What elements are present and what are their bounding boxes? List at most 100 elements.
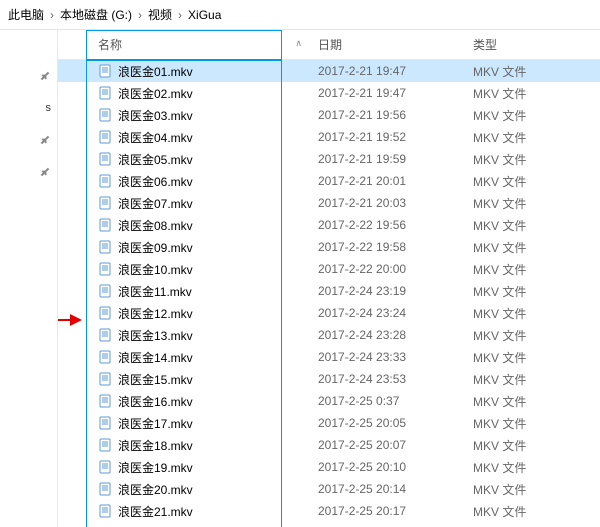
file-name: 浪医金15.mkv (118, 371, 193, 388)
file-date: 2017-2-25 20:10 (318, 460, 473, 474)
file-name: 浪医金21.mkv (118, 503, 193, 520)
main-area: s 名称 ∧ 日期 类型 浪医金01.mkv2017-2-21 19:47MKV… (0, 30, 600, 527)
content-pane: 名称 ∧ 日期 类型 浪医金01.mkv2017-2-21 19:47MKV 文… (58, 30, 600, 527)
file-type: MKV 文件 (473, 85, 600, 102)
file-icon (98, 218, 112, 232)
column-headers[interactable]: 名称 ∧ 日期 类型 (58, 30, 600, 60)
breadcrumb-sep: › (50, 8, 54, 22)
file-name: 浪医金18.mkv (118, 437, 193, 454)
file-icon (98, 504, 112, 518)
file-name-cell: 浪医金18.mkv (58, 437, 318, 454)
file-name-cell: 浪医金09.mkv (58, 239, 318, 256)
file-name-cell: 浪医金12.mkv (58, 305, 318, 322)
file-row[interactable]: 浪医金09.mkv2017-2-22 19:58MKV 文件 (58, 236, 600, 258)
file-type: MKV 文件 (473, 305, 600, 322)
file-date: 2017-2-25 20:05 (318, 416, 473, 430)
file-row[interactable]: 浪医金18.mkv2017-2-25 20:07MKV 文件 (58, 434, 600, 456)
file-row[interactable]: 浪医金19.mkv2017-2-25 20:10MKV 文件 (58, 456, 600, 478)
file-name-cell: 浪医金08.mkv (58, 217, 318, 234)
file-name: 浪医金06.mkv (118, 173, 193, 190)
header-type[interactable]: 类型 (473, 36, 600, 53)
file-name: 浪医金11.mkv (118, 283, 192, 300)
file-icon (98, 108, 112, 122)
file-name-cell: 浪医金11.mkv (58, 283, 318, 300)
file-name: 浪医金16.mkv (118, 393, 193, 410)
file-row[interactable]: 浪医金21.mkv2017-2-25 20:17MKV 文件 (58, 500, 600, 522)
header-name-label: 名称 (98, 38, 122, 52)
file-date: 2017-2-24 23:24 (318, 306, 473, 320)
file-icon (98, 174, 112, 188)
file-row[interactable]: 浪医金07.mkv2017-2-21 20:03MKV 文件 (58, 192, 600, 214)
file-name: 浪医金03.mkv (118, 107, 193, 124)
file-type: MKV 文件 (473, 283, 600, 300)
file-icon (98, 328, 112, 342)
file-name-cell: 浪医金14.mkv (58, 349, 318, 366)
file-row[interactable]: 浪医金06.mkv 2017-2-21 20:01MKV 文件 (58, 170, 600, 192)
file-name: 浪医金02.mkv (118, 85, 193, 102)
file-name: 浪医金14.mkv (118, 349, 193, 366)
breadcrumb-part[interactable]: XiGua (188, 8, 221, 22)
file-name-cell: 浪医金19.mkv (58, 459, 318, 476)
file-type: MKV 文件 (473, 327, 600, 344)
file-row[interactable]: 浪医金15.mkv 2017-2-24 23:53MKV 文件 (58, 368, 600, 390)
pin-icon (37, 164, 54, 181)
header-name[interactable]: 名称 ∧ (58, 36, 318, 53)
file-date: 2017-2-22 20:00 (318, 262, 473, 276)
file-row[interactable]: 浪医金02.mkv 2017-2-21 19:47MKV 文件 (58, 82, 600, 104)
file-name-cell: 浪医金16.mkv (58, 393, 318, 410)
file-row[interactable]: 浪医金01.mkv2017-2-21 19:47MKV 文件 (58, 60, 600, 82)
breadcrumb-part[interactable]: 此电脑 (8, 6, 44, 23)
file-row[interactable]: 浪医金08.mkv2017-2-22 19:56MKV 文件 (58, 214, 600, 236)
breadcrumb-part[interactable]: 视频 (148, 6, 172, 23)
file-row[interactable]: 浪医金16.mkv2017-2-25 0:37MKV 文件 (58, 390, 600, 412)
file-row[interactable]: 浪医金14.mkv 2017-2-24 23:33MKV 文件 (58, 346, 600, 368)
file-name: 浪医金13.mkv (118, 327, 193, 344)
file-row[interactable]: 浪医金12.mkv 2017-2-24 23:24MKV 文件 (58, 302, 600, 324)
file-date: 2017-2-24 23:33 (318, 350, 473, 364)
file-name: 浪医金17.mkv (118, 415, 193, 432)
file-name-cell: 浪医金05.mkv (58, 151, 318, 168)
file-icon (98, 394, 112, 408)
file-row[interactable]: 浪医金10.mkv2017-2-22 20:00MKV 文件 (58, 258, 600, 280)
file-name: 浪医金05.mkv (118, 151, 193, 168)
file-icon (98, 64, 112, 78)
file-name: 浪医金12.mkv (118, 305, 193, 322)
file-type: MKV 文件 (473, 63, 600, 80)
file-name-cell: 浪医金02.mkv (58, 85, 318, 102)
file-type: MKV 文件 (473, 151, 600, 168)
file-icon (98, 306, 112, 320)
file-date: 2017-2-24 23:19 (318, 284, 473, 298)
file-date: 2017-2-24 23:28 (318, 328, 473, 342)
file-icon (98, 438, 112, 452)
file-row[interactable]: 浪医金20.mkv2017-2-25 20:14MKV 文件 (58, 478, 600, 500)
sidebar: s (0, 30, 58, 527)
breadcrumb-part[interactable]: 本地磁盘 (G:) (60, 6, 132, 23)
sidebar-label: s (46, 102, 52, 114)
file-type: MKV 文件 (473, 261, 600, 278)
file-date: 2017-2-25 20:14 (318, 482, 473, 496)
file-type: MKV 文件 (473, 371, 600, 388)
file-row[interactable]: 浪医金11.mkv 2017-2-24 23:19MKV 文件 (58, 280, 600, 302)
file-icon (98, 240, 112, 254)
file-list[interactable]: 浪医金01.mkv2017-2-21 19:47MKV 文件浪医金02.mkv 2… (58, 60, 600, 527)
header-date[interactable]: 日期 (318, 36, 473, 53)
file-date: 2017-2-22 19:56 (318, 218, 473, 232)
file-name: 浪医金04.mkv (118, 129, 193, 146)
file-type: MKV 文件 (473, 349, 600, 366)
file-type: MKV 文件 (473, 459, 600, 476)
file-name-cell: 浪医金07.mkv (58, 195, 318, 212)
file-date: 2017-2-21 19:47 (318, 86, 473, 100)
file-name: 浪医金09.mkv (118, 239, 193, 256)
file-icon (98, 416, 112, 430)
file-row[interactable]: 浪医金05.mkv2017-2-21 19:59MKV 文件 (58, 148, 600, 170)
file-type: MKV 文件 (473, 173, 600, 190)
file-row[interactable]: 浪医金17.mkv2017-2-25 20:05MKV 文件 (58, 412, 600, 434)
file-row[interactable]: 浪医金04.mkv2017-2-21 19:52MKV 文件 (58, 126, 600, 148)
file-date: 2017-2-21 20:01 (318, 174, 473, 188)
file-row[interactable]: 浪医金13.mkv 2017-2-24 23:28MKV 文件 (58, 324, 600, 346)
file-row[interactable]: 浪医金03.mkv2017-2-21 19:56MKV 文件 (58, 104, 600, 126)
breadcrumb-sep: › (138, 8, 142, 22)
file-date: 2017-2-24 23:53 (318, 372, 473, 386)
breadcrumb[interactable]: 此电脑 › 本地磁盘 (G:) › 视频 › XiGua (0, 0, 600, 30)
file-date: 2017-2-21 19:56 (318, 108, 473, 122)
